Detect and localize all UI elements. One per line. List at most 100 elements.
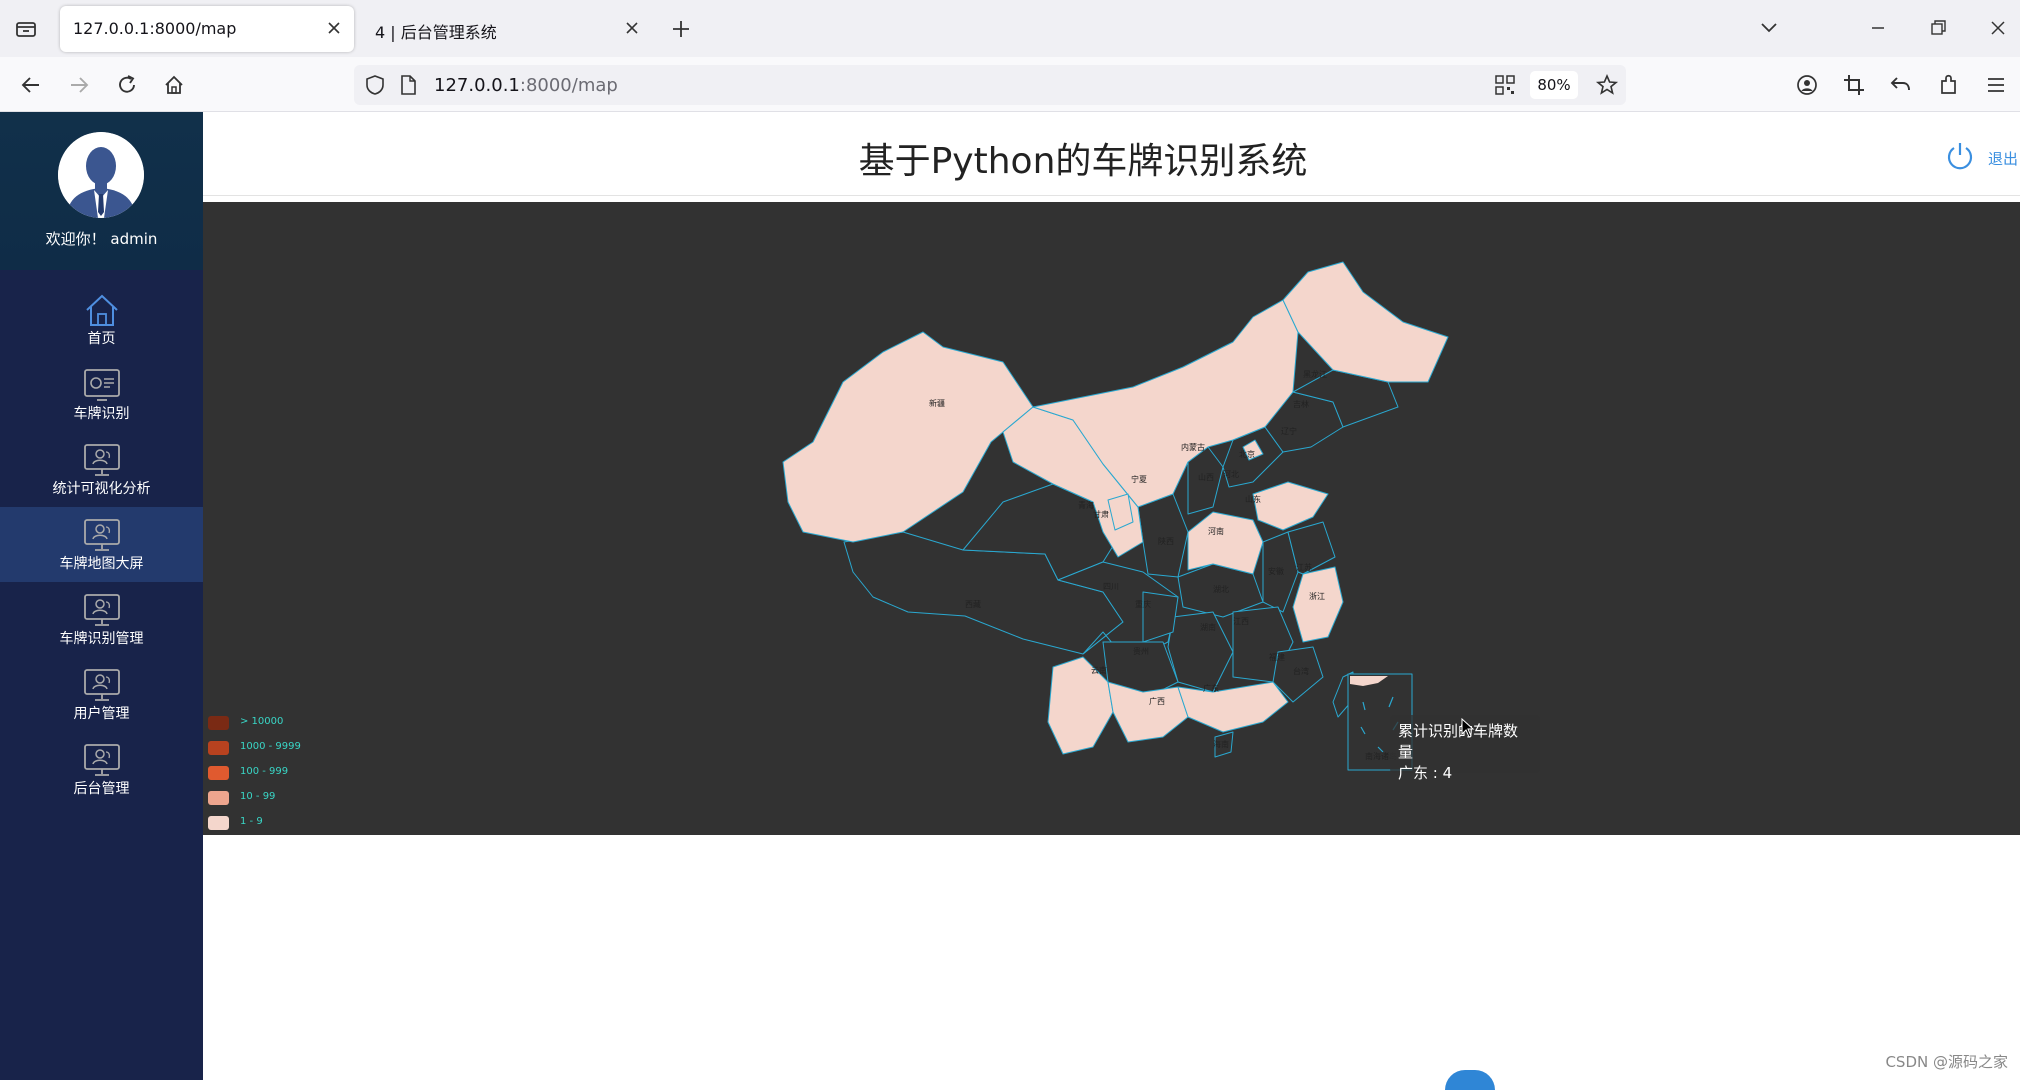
legend-label: 1 - 9 [240, 816, 263, 827]
province-shandong[interactable] [1252, 481, 1329, 531]
tab-list-icon[interactable] [12, 16, 40, 42]
avatar [58, 132, 144, 218]
tab-title: 4 | 后台管理系统 [375, 23, 497, 42]
sidebar-item-label: 统计可视化分析 [52, 481, 151, 497]
close-tab-icon[interactable] [622, 18, 642, 38]
monitor-user-icon [84, 594, 120, 626]
label-hunan: 湖南 [1200, 622, 1216, 632]
mouse-cursor-icon [1461, 717, 1475, 738]
bookmark-star-icon[interactable] [1595, 73, 1619, 101]
legend-label: > 10000 [240, 716, 284, 727]
minimize-icon[interactable] [1863, 14, 1893, 42]
sidebar-item-label: 用户管理 [73, 706, 130, 722]
close-window-icon[interactable] [1983, 14, 2013, 42]
sidebar-item-statistics[interactable]: 统计可视化分析 [0, 432, 203, 507]
legend-item[interactable]: 10 - 99 [208, 789, 368, 805]
tab-map[interactable]: 127.0.0.1:8000/map [60, 6, 354, 52]
sidebar-item-plate-map[interactable]: 车牌地图大屏 [0, 507, 203, 582]
monitor-user-icon [84, 744, 120, 776]
sidebar-item-plate-recognition[interactable]: 车牌识别 [0, 357, 203, 432]
profile-panel: 欢迎你！ admin [0, 112, 203, 270]
extensions-icon[interactable] [1934, 70, 1964, 100]
sidebar-item-plate-management[interactable]: 车牌识别管理 [0, 582, 203, 657]
label-qinghai: 青海 [1078, 500, 1094, 510]
label-gansu: 甘肃 [1093, 509, 1109, 519]
province-shaanxi[interactable] [1137, 493, 1189, 578]
label-beijing: 北京 [1239, 449, 1255, 459]
home-icon[interactable] [159, 70, 189, 100]
label-jilin: 吉林 [1293, 399, 1309, 409]
url-bar[interactable]: 127.0.0.1:8000/map 80% [354, 65, 1626, 105]
china-map[interactable]: 新疆 西藏 青海 甘肃 内蒙古 黑龙江 吉林 辽宁 北京 河北 山西 山东 河南… [203, 202, 2020, 835]
monitor-user-icon [84, 444, 120, 476]
page-title: 基于Python的车牌识别系统 [858, 141, 1308, 182]
zoom-level[interactable]: 80% [1530, 71, 1578, 99]
close-tab-icon[interactable] [324, 18, 344, 38]
label-sichuan: 四川 [1103, 582, 1119, 591]
label-shandong: 山东 [1245, 494, 1261, 504]
label-jiangsu: 江苏 [1296, 562, 1312, 572]
qr-code-icon[interactable] [1494, 74, 1516, 100]
label-anhui: 安徽 [1268, 566, 1284, 576]
province-heilongjiang[interactable] [1282, 261, 1449, 383]
label-hubei: 湖北 [1213, 585, 1229, 594]
welcome-text: 欢迎你！ admin [45, 230, 158, 248]
sidebar-item-home[interactable]: 首页 [0, 282, 203, 357]
page-icon [398, 74, 418, 100]
shield-icon[interactable] [364, 74, 386, 100]
url-path: :8000/map [519, 75, 618, 96]
menu-icon[interactable] [1981, 70, 2011, 100]
legend-label: 10 - 99 [240, 791, 276, 802]
screenshot-crop-icon[interactable] [1839, 70, 1869, 100]
sidebar-item-user-management[interactable]: 用户管理 [0, 657, 203, 732]
url-text[interactable]: 127.0.0.1:8000/map [434, 75, 618, 96]
tooltip-value: 广东 : 4 [1398, 764, 1453, 782]
label-guangdong: 广东 [1203, 683, 1219, 693]
label-xizang: 西藏 [965, 599, 981, 609]
label-zhejiang: 浙江 [1309, 591, 1325, 601]
legend-label: 100 - 999 [240, 766, 289, 777]
china-map-panel: 新疆 西藏 青海 甘肃 内蒙古 黑龙江 吉林 辽宁 北京 河北 山西 山东 河南… [203, 202, 2020, 835]
legend-swatch [208, 816, 229, 830]
province-zhejiang[interactable] [1292, 566, 1344, 643]
legend-swatch [208, 791, 229, 805]
label-neimenggu: 内蒙古 [1181, 442, 1205, 452]
legend-item[interactable]: > 10000 [208, 714, 368, 730]
new-tab-icon[interactable] [668, 16, 694, 42]
logout-link[interactable]: 退出 [1988, 148, 2018, 169]
sidebar: 欢迎你！ admin 首页 车牌识别 统计可视化分析 车牌地图大屏 车牌识别管理… [0, 112, 203, 1080]
floating-action-button[interactable] [1445, 1070, 1495, 1090]
legend-swatch [208, 716, 229, 730]
home-icon [86, 294, 118, 326]
label-hainan: 海南 [1213, 739, 1229, 749]
label-fujian: 福建 [1269, 652, 1285, 662]
account-icon[interactable] [1792, 70, 1822, 100]
tab-admin[interactable]: 4 | 后台管理系统 [362, 6, 652, 52]
restore-icon[interactable] [1923, 14, 1953, 42]
label-chongqing: 重庆 [1135, 599, 1151, 609]
sidebar-item-label: 车牌识别 [73, 406, 130, 422]
dashboard-icon [84, 369, 120, 401]
watermark: CSDN @源码之家 [1885, 1053, 2008, 1071]
province-henan[interactable] [1187, 511, 1264, 575]
label-shanxi: 山西 [1198, 472, 1214, 482]
legend-item[interactable]: 1 - 9 [208, 814, 368, 830]
page-header: 基于Python的车牌识别系统 退出 [203, 112, 2020, 196]
back-icon[interactable] [16, 70, 46, 100]
undo-icon[interactable] [1886, 70, 1916, 100]
label-jiangxi: 江西 [1233, 617, 1249, 626]
reload-icon[interactable] [112, 70, 142, 100]
legend-item[interactable]: 100 - 999 [208, 764, 368, 780]
legend-swatch [208, 766, 229, 780]
url-host: 127.0.0.1 [434, 75, 520, 96]
forward-icon[interactable] [64, 70, 94, 100]
sidebar-item-label: 后台管理 [73, 781, 130, 797]
monitor-user-icon [84, 519, 120, 551]
province-guangxi[interactable] [1107, 681, 1189, 743]
tab-overflow-chevron-icon[interactable] [1754, 14, 1784, 42]
power-icon[interactable] [1944, 140, 1976, 172]
browser-nav-bar: 127.0.0.1:8000/map 80% [0, 57, 2020, 112]
province-guangdong[interactable] [1177, 681, 1289, 733]
sidebar-item-admin[interactable]: 后台管理 [0, 732, 203, 807]
legend-item[interactable]: 1000 - 9999 [208, 739, 368, 755]
